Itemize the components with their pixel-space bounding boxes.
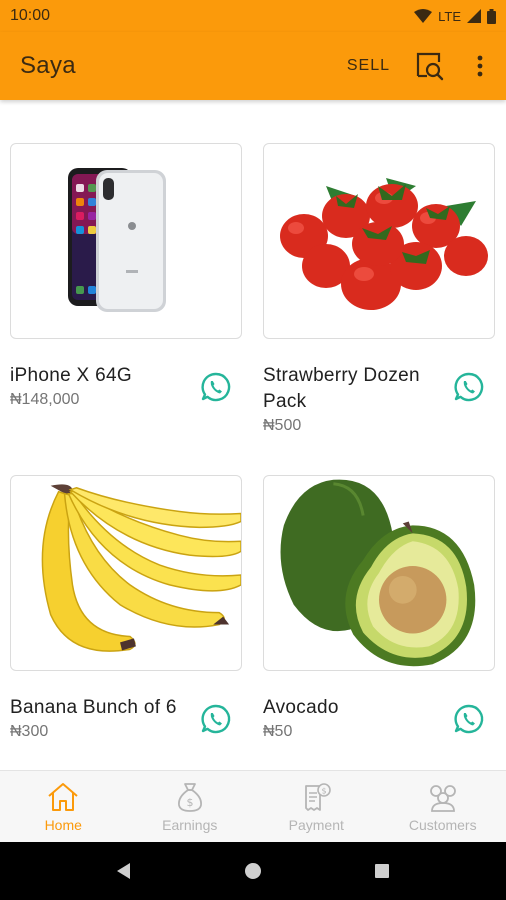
product-card[interactable]: iPhone X 64G ₦148,000 <box>10 143 242 409</box>
nav-item-payment[interactable]: $ Payment <box>253 771 380 842</box>
product-name: Strawberry Dozen Pack <box>263 365 420 412</box>
product-grid: iPhone X 64G ₦148,000 Strawberry Dozen P… <box>0 100 506 770</box>
nav-item-customers[interactable]: Customers <box>380 771 506 842</box>
iphone-image <box>68 168 166 312</box>
app-title: Saya <box>20 52 76 79</box>
whatsapp-share-button[interactable] <box>200 371 232 403</box>
banana-image <box>41 484 241 652</box>
home-circle-icon[interactable] <box>243 861 263 881</box>
nav-label: Payment <box>288 816 344 833</box>
overflow-menu-button[interactable] <box>458 44 502 88</box>
whatsapp-icon <box>454 704 484 734</box>
receipt-icon: $ <box>305 782 332 811</box>
recents-icon[interactable] <box>372 861 392 881</box>
more-vert-icon <box>477 55 483 77</box>
strawberry-image <box>280 178 488 310</box>
product-image[interactable] <box>263 143 495 339</box>
nav-item-home[interactable]: Home <box>0 771 127 842</box>
signal-icon <box>467 9 481 23</box>
product-info: Strawberry Dozen Pack ₦500 <box>263 363 495 435</box>
product-info: iPhone X 64G ₦148,000 <box>10 363 242 409</box>
wifi-icon <box>414 9 433 23</box>
battery-icon <box>487 8 496 24</box>
product-info: Avocado ₦50 <box>263 695 495 741</box>
whatsapp-icon <box>201 704 231 734</box>
whatsapp-share-button[interactable] <box>200 703 232 735</box>
svg-text:$: $ <box>322 786 327 795</box>
sell-button[interactable]: SELL <box>339 49 398 83</box>
product-name: Banana Bunch of 6 <box>10 697 177 718</box>
search-icon <box>416 52 444 81</box>
product-price: ₦500 <box>263 417 302 434</box>
status-indicators: LTE <box>414 8 496 24</box>
status-time: 10:00 <box>10 7 51 24</box>
nav-label: Home <box>44 816 82 833</box>
product-image[interactable] <box>263 475 495 671</box>
money-bag-icon: $ <box>177 782 202 812</box>
home-icon <box>48 782 78 811</box>
app-bar: Saya SELL <box>0 32 506 100</box>
product-info: Banana Bunch of 6 ₦300 <box>10 695 242 741</box>
status-bar: 10:00 LTE <box>0 0 506 32</box>
product-image[interactable] <box>10 143 242 339</box>
whatsapp-icon <box>454 372 484 402</box>
network-type: LTE <box>438 8 461 24</box>
search-button[interactable] <box>408 44 452 88</box>
whatsapp-share-button[interactable] <box>453 703 485 735</box>
product-card[interactable]: Banana Bunch of 6 ₦300 <box>10 475 242 741</box>
customers-icon <box>429 784 456 812</box>
product-name: iPhone X 64G <box>10 365 132 386</box>
product-card[interactable]: Avocado ₦50 <box>263 475 495 741</box>
back-icon[interactable] <box>114 861 134 881</box>
whatsapp-share-button[interactable] <box>453 371 485 403</box>
product-image[interactable] <box>10 475 242 671</box>
avocado-image <box>280 479 476 667</box>
svg-text:$: $ <box>186 796 193 809</box>
bottom-navigation: Home $ Earnings $ Payment Customers <box>0 770 506 842</box>
system-navigation-bar <box>0 842 506 900</box>
product-card[interactable]: Strawberry Dozen Pack ₦500 <box>263 143 495 435</box>
whatsapp-icon <box>201 372 231 402</box>
nav-label: Earnings <box>162 816 218 833</box>
nav-item-earnings[interactable]: $ Earnings <box>127 771 254 842</box>
product-name: Avocado <box>263 697 339 718</box>
nav-label: Customers <box>408 816 477 833</box>
